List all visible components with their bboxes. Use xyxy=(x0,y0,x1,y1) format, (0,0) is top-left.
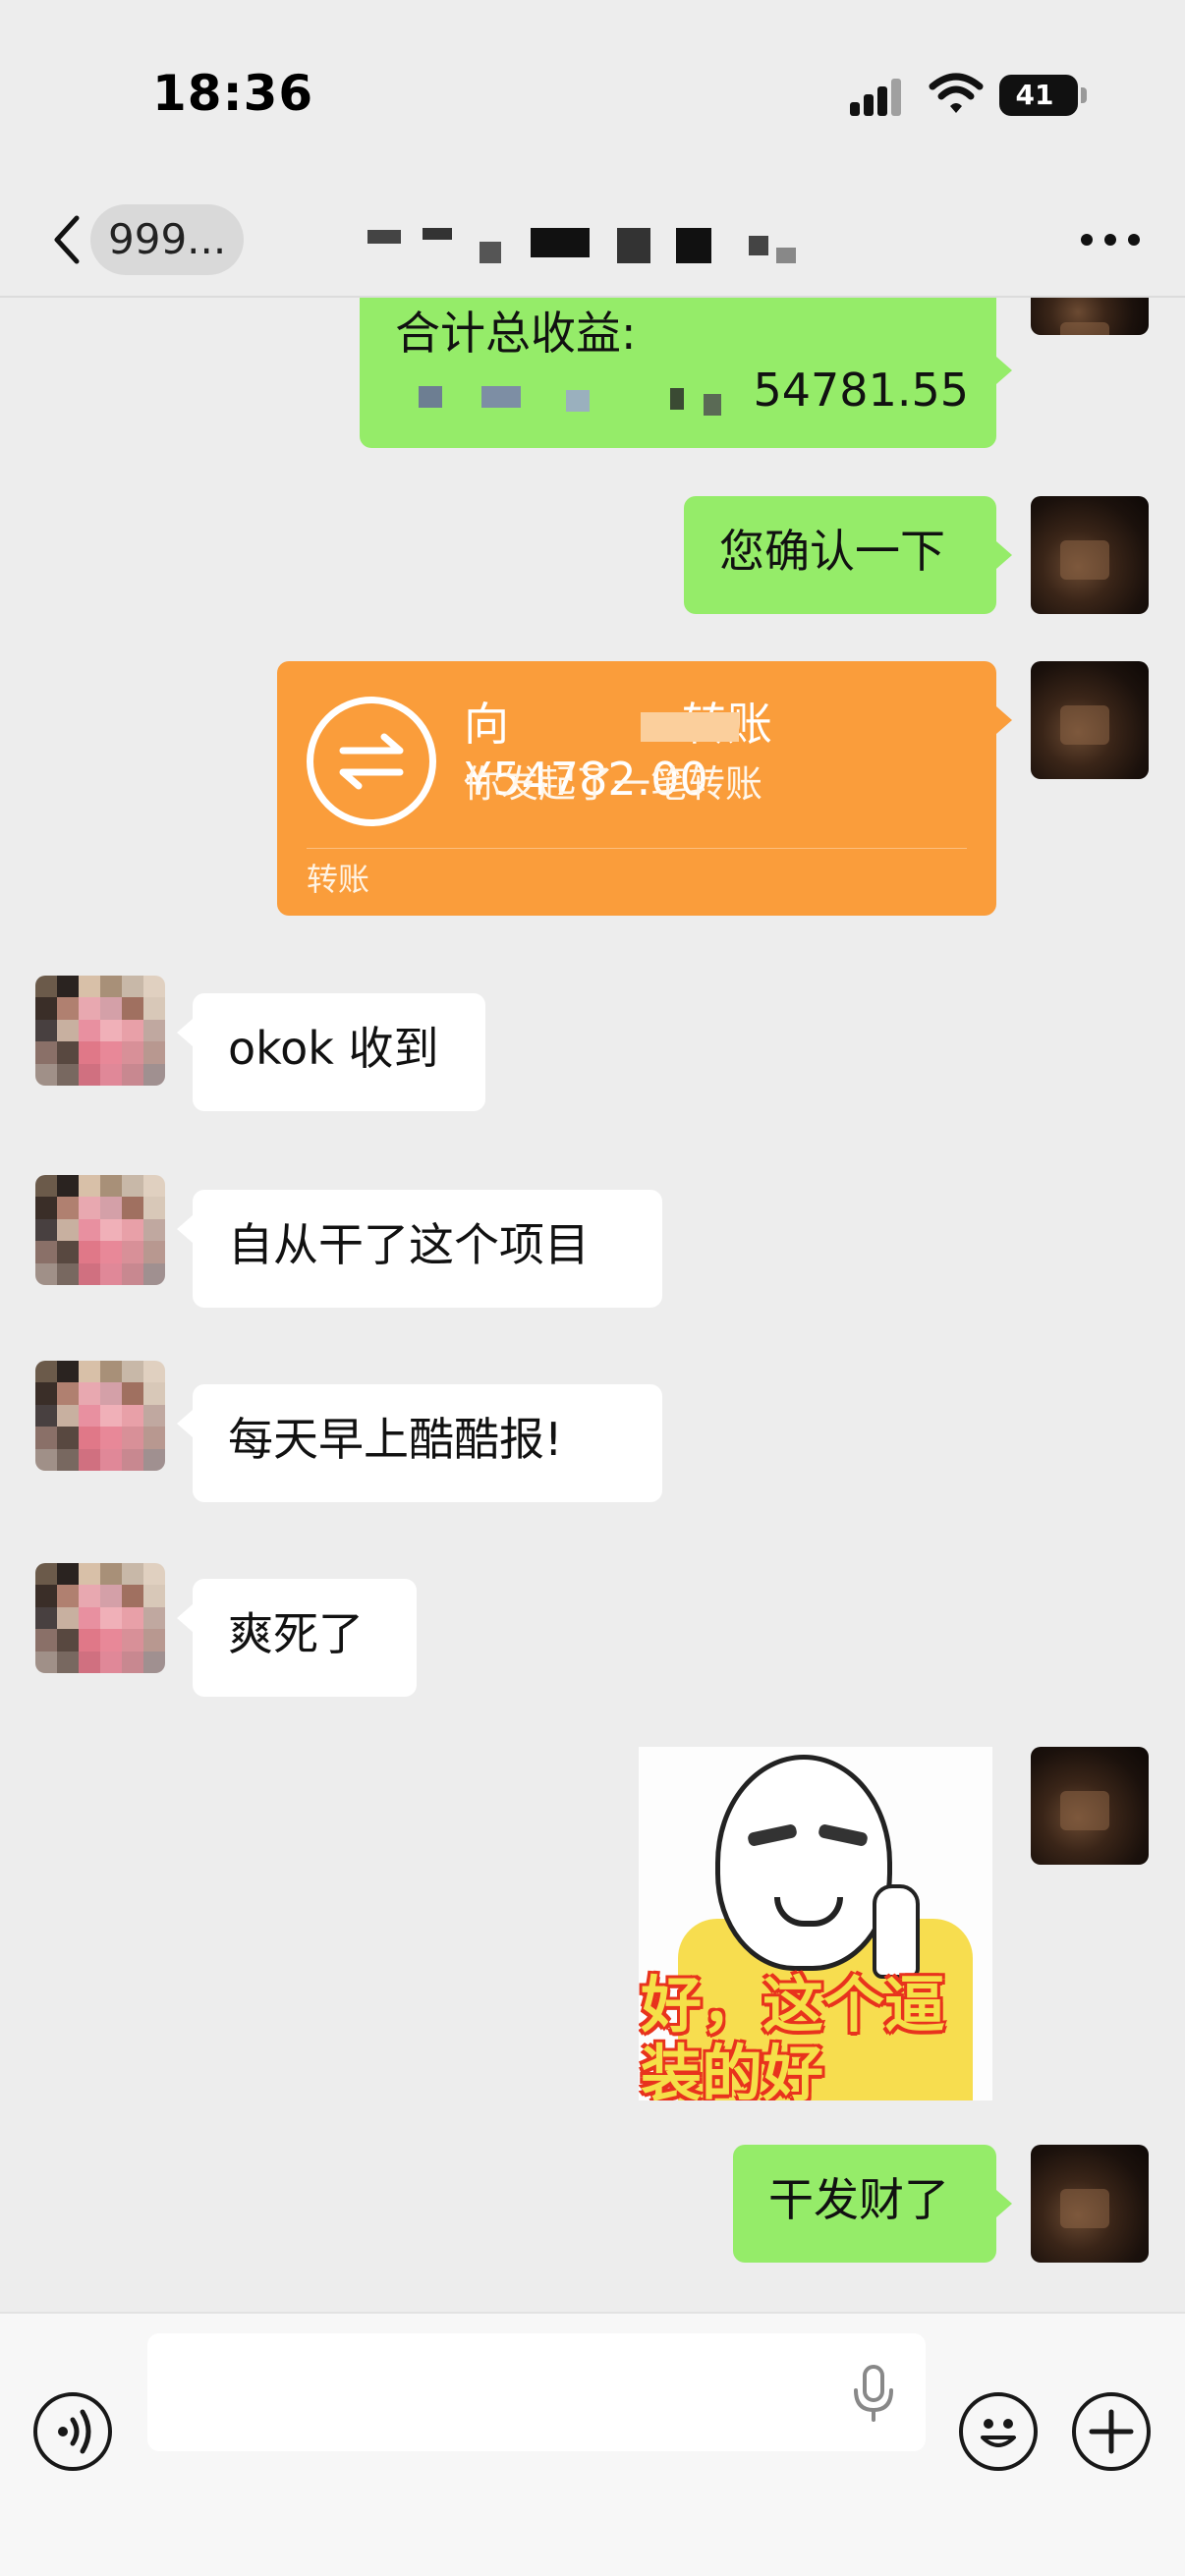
message-bubble-received[interactable]: 自从干了这个项目 xyxy=(193,1190,662,1308)
bubble-tail xyxy=(996,357,1012,384)
my-avatar[interactable] xyxy=(1031,2145,1149,2263)
thumbs-up-icon xyxy=(873,1884,920,1979)
message-bubble-sent[interactable]: 干发财了 xyxy=(733,2145,996,2263)
chevron-left-icon xyxy=(54,215,80,264)
bubble-tail xyxy=(177,1410,193,1437)
my-avatar[interactable] xyxy=(1031,496,1149,614)
plus-button[interactable] xyxy=(1072,2392,1151,2471)
message-text: 每天早上酷酷报! xyxy=(228,1413,563,1466)
back-button[interactable]: 999... xyxy=(47,204,245,275)
message-bubble-received[interactable]: 每天早上酷酷报! xyxy=(193,1384,662,1502)
plus-icon xyxy=(1089,2409,1134,2454)
chat-title-masked xyxy=(364,216,816,265)
my-avatar[interactable] xyxy=(1031,298,1149,335)
message-text: 合计总收益: xyxy=(395,307,637,360)
transfer-divider xyxy=(307,848,967,849)
signal-bars-icon xyxy=(850,79,901,116)
unread-count-badge: 999... xyxy=(90,204,245,275)
wifi-icon xyxy=(929,73,984,113)
contact-avatar[interactable] xyxy=(35,976,165,1086)
battery-icon: 41 xyxy=(999,75,1078,116)
bubble-tail xyxy=(177,1604,193,1632)
message-text-field[interactable] xyxy=(147,2333,926,2451)
sticker-face xyxy=(715,1755,892,1971)
emoji-button[interactable] xyxy=(959,2392,1038,2471)
voice-icon xyxy=(58,2409,91,2454)
message-text: 您确认一下 xyxy=(719,525,945,578)
microphone-icon[interactable] xyxy=(850,2363,897,2424)
masked-text xyxy=(419,380,753,420)
transfer-subtitle: 你发起了一笔转账 xyxy=(464,762,763,806)
battery-cap xyxy=(1081,87,1087,103)
contact-avatar[interactable] xyxy=(35,1563,165,1673)
bubble-tail xyxy=(177,1019,193,1046)
income-amount: 54781.55 xyxy=(753,364,970,417)
chat-header: 999... xyxy=(0,187,1185,295)
chat-message-list[interactable]: 合计总收益: 54781.55 您确认一下 向转账¥54782.00 你发起了一… xyxy=(0,298,1185,2312)
contact-avatar[interactable] xyxy=(35,1175,165,1285)
message-text: okok 收到 xyxy=(228,1022,439,1075)
bubble-tail xyxy=(996,541,1012,569)
message-input-bar xyxy=(0,2312,1185,2576)
bubble-tail xyxy=(177,1215,193,1243)
message-text: 干发财了 xyxy=(768,2173,949,2226)
message-bubble-sent[interactable]: 合计总收益: 54781.55 xyxy=(360,298,996,448)
transfer-title-prefix: 向 xyxy=(464,698,509,751)
message-input[interactable] xyxy=(167,2333,835,2451)
contact-avatar[interactable] xyxy=(35,1361,165,1471)
message-bubble-sent[interactable]: 您确认一下 xyxy=(684,496,996,614)
ellipsis-icon xyxy=(1081,234,1093,246)
status-time: 18:36 xyxy=(152,65,314,122)
transfer-card[interactable]: 向转账¥54782.00 你发起了一笔转账 转账 xyxy=(277,661,996,916)
transfer-footer-label: 转账 xyxy=(307,861,370,898)
battery-level: 41 xyxy=(1015,79,1054,111)
status-bar: 18:36 41 xyxy=(0,0,1185,187)
message-text: 爽死了 xyxy=(228,1607,364,1660)
transfer-arrows-icon xyxy=(307,697,436,826)
message-text: 自从干了这个项目 xyxy=(228,1218,590,1271)
bubble-tail xyxy=(996,2190,1012,2217)
voice-button[interactable] xyxy=(33,2392,112,2471)
my-avatar[interactable] xyxy=(1031,661,1149,779)
masked-recipient-name xyxy=(641,712,739,742)
message-bubble-received[interactable]: okok 收到 xyxy=(193,993,485,1111)
message-bubble-received[interactable]: 爽死了 xyxy=(193,1579,417,1697)
my-avatar[interactable] xyxy=(1031,1747,1149,1865)
more-button[interactable] xyxy=(1081,234,1140,248)
emoji-icon xyxy=(981,2419,1016,2447)
sticker-image[interactable]: 好，这个逼 装的好 xyxy=(639,1747,992,2100)
bubble-tail xyxy=(996,706,1012,734)
sticker-caption: 好，这个逼 装的好 xyxy=(641,1969,946,2101)
